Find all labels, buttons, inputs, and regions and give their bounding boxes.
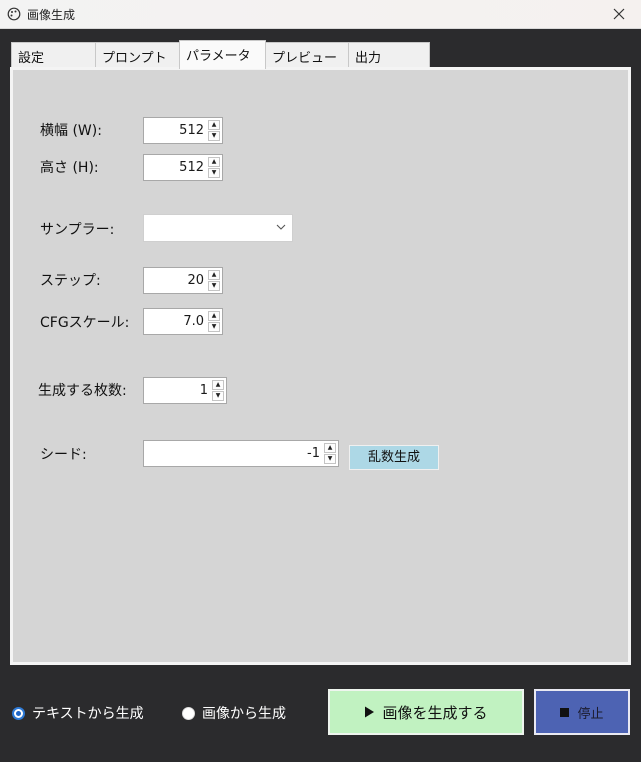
- stop-label: 停止: [577, 706, 604, 722]
- window-title: 画像生成: [27, 8, 76, 22]
- stop-button[interactable]: 停止: [534, 689, 630, 735]
- decrement-arrow-icon[interactable]: ▼: [208, 281, 220, 291]
- stop-icon: [560, 707, 570, 717]
- random-seed-button[interactable]: 乱数生成: [349, 445, 439, 470]
- chevron-down-icon: [276, 224, 286, 230]
- tab-label: パラメータ: [186, 49, 251, 64]
- radio-unselected-icon: [182, 706, 195, 720]
- width-label: 横幅 (W):: [40, 123, 102, 139]
- cfg-scale-value: 7.0: [183, 314, 204, 329]
- tab-output[interactable]: 出力: [348, 42, 430, 68]
- text-to-image-radio[interactable]: テキストから生成: [12, 703, 144, 723]
- decrement-arrow-icon[interactable]: ▼: [208, 168, 220, 178]
- generate-label: 画像を生成する: [382, 703, 488, 722]
- increment-arrow-icon[interactable]: ▲: [208, 157, 220, 167]
- steps-label: ステップ:: [40, 273, 101, 289]
- radio-selected-icon: [12, 706, 25, 720]
- decrement-arrow-icon[interactable]: ▼: [212, 391, 224, 401]
- play-icon: [365, 706, 375, 718]
- tab-parameters[interactable]: パラメータ: [179, 40, 266, 69]
- text-to-image-label: テキストから生成: [32, 706, 144, 722]
- tab-preview[interactable]: プレビュー: [265, 42, 349, 68]
- tab-label: 設定: [18, 51, 45, 66]
- increment-arrow-icon[interactable]: ▲: [324, 443, 336, 453]
- increment-arrow-icon[interactable]: ▲: [208, 270, 220, 280]
- image-count-value: 1: [199, 383, 208, 398]
- image-to-image-radio[interactable]: 画像から生成: [182, 703, 286, 723]
- sampler-label: サンプラー:: [40, 222, 115, 238]
- parameters-panel: 横幅 (W): 512 ▲ ▼ 高さ (H): 512 ▲ ▼ サンプラー: ステッ…: [10, 67, 631, 665]
- generate-button[interactable]: 画像を生成する: [328, 689, 524, 735]
- height-label: 高さ (H):: [40, 160, 99, 176]
- seed-label: シード:: [40, 447, 87, 463]
- cfg-scale-spinbox[interactable]: 7.0 ▲ ▼: [143, 308, 223, 335]
- increment-arrow-icon[interactable]: ▲: [212, 380, 224, 390]
- increment-arrow-icon[interactable]: ▲: [208, 311, 220, 321]
- sampler-dropdown[interactable]: [143, 214, 293, 242]
- title-bar: 画像生成: [0, 0, 641, 29]
- seed-value: -1: [307, 446, 320, 461]
- decrement-arrow-icon[interactable]: ▼: [208, 131, 220, 141]
- steps-value: 20: [187, 273, 204, 288]
- decrement-arrow-icon[interactable]: ▼: [324, 454, 336, 464]
- steps-spinbox[interactable]: 20 ▲ ▼: [143, 267, 223, 294]
- width-spinbox[interactable]: 512 ▲ ▼: [143, 117, 223, 144]
- tab-label: プレビュー: [272, 51, 338, 66]
- image-to-image-label: 画像から生成: [202, 706, 286, 722]
- height-spinbox[interactable]: 512 ▲ ▼: [143, 154, 223, 181]
- decrement-arrow-icon[interactable]: ▼: [208, 322, 220, 332]
- tab-settings[interactable]: 設定: [11, 42, 96, 68]
- close-button[interactable]: [597, 0, 641, 28]
- tab-label: 出力: [355, 51, 382, 66]
- tab-label: プロンプト: [102, 51, 167, 66]
- tab-prompt[interactable]: プロンプト: [95, 42, 180, 68]
- seed-spinbox[interactable]: -1 ▲ ▼: [143, 440, 339, 467]
- image-count-spinbox[interactable]: 1 ▲ ▼: [143, 377, 227, 404]
- increment-arrow-icon[interactable]: ▲: [208, 120, 220, 130]
- image-count-label: 生成する枚数:: [38, 383, 127, 399]
- width-value: 512: [179, 123, 204, 138]
- palette-icon: [7, 7, 21, 21]
- cfg-scale-label: CFGスケール:: [40, 315, 130, 331]
- height-value: 512: [179, 160, 204, 175]
- close-icon: [613, 8, 625, 20]
